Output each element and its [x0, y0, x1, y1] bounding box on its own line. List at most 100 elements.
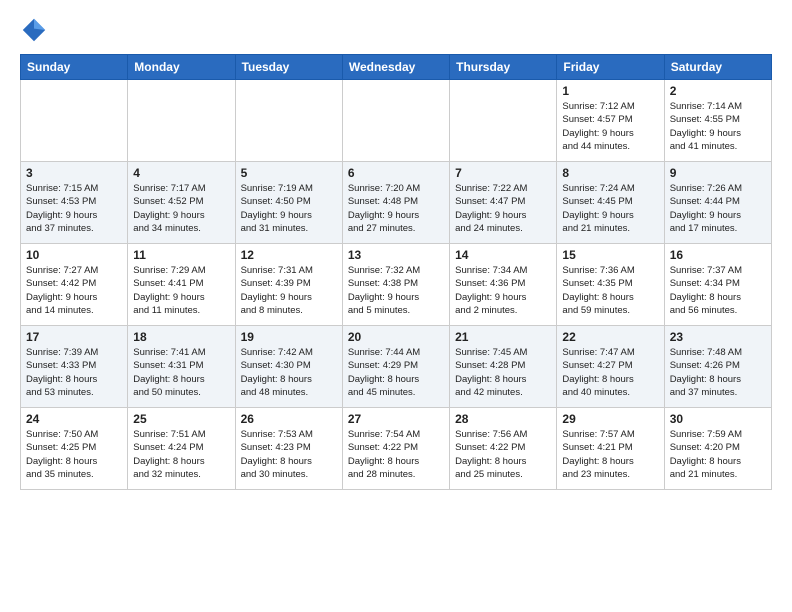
- calendar-week-3: 10Sunrise: 7:27 AM Sunset: 4:42 PM Dayli…: [21, 244, 772, 326]
- calendar-day-25: 25 Sunrise: 7:51 AM Sunset: 4:24 PM Dayli…: [128, 408, 235, 490]
- day-info: Sunrise: 7:15 AM Sunset: 4:53 PM Dayligh…: [26, 182, 122, 235]
- day-number: 22: [562, 330, 658, 344]
- day-info: Sunrise: 7:37 AM Sunset: 4:34 PM Dayligh…: [670, 264, 766, 317]
- day-number: 16: [670, 248, 766, 262]
- day-number: 4: [133, 166, 229, 180]
- calendar-day-12: 12Sunrise: 7:31 AM Sunset: 4:39 PM Dayli…: [235, 244, 342, 326]
- day-info: Sunrise: 7:36 AM Sunset: 4:35 PM Dayligh…: [562, 264, 658, 317]
- calendar-day-10: 10Sunrise: 7:27 AM Sunset: 4:42 PM Dayli…: [21, 244, 128, 326]
- logo: [20, 16, 52, 44]
- logo-icon: [20, 16, 48, 44]
- calendar-day-30: 30 Sunrise: 7:59 AM Sunset: 4:20 PM Dayli…: [664, 408, 771, 490]
- weekday-header-thursday: Thursday: [450, 55, 557, 80]
- day-info: Sunrise: 7:47 AM Sunset: 4:27 PM Dayligh…: [562, 346, 658, 399]
- day-number: 2: [670, 84, 766, 98]
- calendar-day-21: 21 Sunrise: 7:45 AM Sunset: 4:28 PM Dayli…: [450, 326, 557, 408]
- calendar-day-23: 23 Sunrise: 7:48 AM Sunset: 4:26 PM Dayli…: [664, 326, 771, 408]
- day-info: Sunrise: 7:51 AM Sunset: 4:24 PM Dayligh…: [133, 428, 229, 481]
- day-info: Sunrise: 7:48 AM Sunset: 4:26 PM Dayligh…: [670, 346, 766, 399]
- weekday-header-row: SundayMondayTuesdayWednesdayThursdayFrid…: [21, 55, 772, 80]
- day-number: 18: [133, 330, 229, 344]
- day-info: Sunrise: 7:17 AM Sunset: 4:52 PM Dayligh…: [133, 182, 229, 235]
- day-info: Sunrise: 7:26 AM Sunset: 4:44 PM Dayligh…: [670, 182, 766, 235]
- empty-cell: [21, 80, 128, 162]
- calendar-day-29: 29 Sunrise: 7:57 AM Sunset: 4:21 PM Dayli…: [557, 408, 664, 490]
- day-number: 7: [455, 166, 551, 180]
- weekday-header-wednesday: Wednesday: [342, 55, 449, 80]
- weekday-header-sunday: Sunday: [21, 55, 128, 80]
- day-number: 21: [455, 330, 551, 344]
- day-number: 11: [133, 248, 229, 262]
- day-number: 14: [455, 248, 551, 262]
- day-info: Sunrise: 7:29 AM Sunset: 4:41 PM Dayligh…: [133, 264, 229, 317]
- calendar-day-5: 5 Sunrise: 7:19 AM Sunset: 4:50 PM Daylig…: [235, 162, 342, 244]
- calendar-day-17: 17Sunrise: 7:39 AM Sunset: 4:33 PM Dayli…: [21, 326, 128, 408]
- calendar-day-19: 19 Sunrise: 7:42 AM Sunset: 4:30 PM Dayli…: [235, 326, 342, 408]
- day-info: Sunrise: 7:20 AM Sunset: 4:48 PM Dayligh…: [348, 182, 444, 235]
- weekday-header-monday: Monday: [128, 55, 235, 80]
- day-number: 20: [348, 330, 444, 344]
- empty-cell: [128, 80, 235, 162]
- calendar-day-6: 6 Sunrise: 7:20 AM Sunset: 4:48 PM Daylig…: [342, 162, 449, 244]
- calendar-day-7: 7Sunrise: 7:22 AM Sunset: 4:47 PM Daylig…: [450, 162, 557, 244]
- day-info: Sunrise: 7:12 AM Sunset: 4:57 PM Dayligh…: [562, 100, 658, 153]
- calendar-day-11: 11 Sunrise: 7:29 AM Sunset: 4:41 PM Dayli…: [128, 244, 235, 326]
- day-number: 13: [348, 248, 444, 262]
- day-number: 5: [241, 166, 337, 180]
- day-number: 6: [348, 166, 444, 180]
- day-info: Sunrise: 7:44 AM Sunset: 4:29 PM Dayligh…: [348, 346, 444, 399]
- calendar-day-27: 27 Sunrise: 7:54 AM Sunset: 4:22 PM Dayli…: [342, 408, 449, 490]
- calendar-day-8: 8 Sunrise: 7:24 AM Sunset: 4:45 PM Daylig…: [557, 162, 664, 244]
- day-info: Sunrise: 7:34 AM Sunset: 4:36 PM Dayligh…: [455, 264, 551, 317]
- day-info: Sunrise: 7:32 AM Sunset: 4:38 PM Dayligh…: [348, 264, 444, 317]
- calendar-day-9: 9 Sunrise: 7:26 AM Sunset: 4:44 PM Daylig…: [664, 162, 771, 244]
- day-info: Sunrise: 7:41 AM Sunset: 4:31 PM Dayligh…: [133, 346, 229, 399]
- day-number: 3: [26, 166, 122, 180]
- empty-cell: [342, 80, 449, 162]
- calendar-day-18: 18 Sunrise: 7:41 AM Sunset: 4:31 PM Dayli…: [128, 326, 235, 408]
- day-number: 28: [455, 412, 551, 426]
- day-number: 8: [562, 166, 658, 180]
- day-number: 1: [562, 84, 658, 98]
- empty-cell: [235, 80, 342, 162]
- page: SundayMondayTuesdayWednesdayThursdayFrid…: [0, 0, 792, 612]
- day-info: Sunrise: 7:27 AM Sunset: 4:42 PM Dayligh…: [26, 264, 122, 317]
- day-info: Sunrise: 7:14 AM Sunset: 4:55 PM Dayligh…: [670, 100, 766, 153]
- calendar-week-2: 3 Sunrise: 7:15 AM Sunset: 4:53 PM Daylig…: [21, 162, 772, 244]
- calendar-week-1: 1 Sunrise: 7:12 AM Sunset: 4:57 PM Daylig…: [21, 80, 772, 162]
- day-info: Sunrise: 7:45 AM Sunset: 4:28 PM Dayligh…: [455, 346, 551, 399]
- day-number: 30: [670, 412, 766, 426]
- day-info: Sunrise: 7:42 AM Sunset: 4:30 PM Dayligh…: [241, 346, 337, 399]
- calendar-day-1: 1 Sunrise: 7:12 AM Sunset: 4:57 PM Daylig…: [557, 80, 664, 162]
- day-info: Sunrise: 7:57 AM Sunset: 4:21 PM Dayligh…: [562, 428, 658, 481]
- day-info: Sunrise: 7:19 AM Sunset: 4:50 PM Dayligh…: [241, 182, 337, 235]
- day-info: Sunrise: 7:56 AM Sunset: 4:22 PM Dayligh…: [455, 428, 551, 481]
- calendar-day-2: 2 Sunrise: 7:14 AM Sunset: 4:55 PM Daylig…: [664, 80, 771, 162]
- day-info: Sunrise: 7:50 AM Sunset: 4:25 PM Dayligh…: [26, 428, 122, 481]
- day-number: 29: [562, 412, 658, 426]
- day-number: 19: [241, 330, 337, 344]
- calendar-day-4: 4 Sunrise: 7:17 AM Sunset: 4:52 PM Daylig…: [128, 162, 235, 244]
- day-number: 25: [133, 412, 229, 426]
- day-info: Sunrise: 7:59 AM Sunset: 4:20 PM Dayligh…: [670, 428, 766, 481]
- weekday-header-tuesday: Tuesday: [235, 55, 342, 80]
- day-info: Sunrise: 7:24 AM Sunset: 4:45 PM Dayligh…: [562, 182, 658, 235]
- header: [20, 16, 772, 44]
- day-number: 17: [26, 330, 122, 344]
- day-number: 9: [670, 166, 766, 180]
- calendar-day-22: 22 Sunrise: 7:47 AM Sunset: 4:27 PM Dayli…: [557, 326, 664, 408]
- calendar-day-20: 20 Sunrise: 7:44 AM Sunset: 4:29 PM Dayli…: [342, 326, 449, 408]
- empty-cell: [450, 80, 557, 162]
- calendar-table: SundayMondayTuesdayWednesdayThursdayFrid…: [20, 54, 772, 490]
- calendar-day-26: 26Sunrise: 7:53 AM Sunset: 4:23 PM Dayli…: [235, 408, 342, 490]
- calendar-day-24: 24 Sunrise: 7:50 AM Sunset: 4:25 PM Dayli…: [21, 408, 128, 490]
- day-number: 26: [241, 412, 337, 426]
- day-info: Sunrise: 7:54 AM Sunset: 4:22 PM Dayligh…: [348, 428, 444, 481]
- day-number: 27: [348, 412, 444, 426]
- day-number: 12: [241, 248, 337, 262]
- calendar-week-4: 17Sunrise: 7:39 AM Sunset: 4:33 PM Dayli…: [21, 326, 772, 408]
- weekday-header-saturday: Saturday: [664, 55, 771, 80]
- day-number: 23: [670, 330, 766, 344]
- calendar-day-28: 28 Sunrise: 7:56 AM Sunset: 4:22 PM Dayli…: [450, 408, 557, 490]
- day-number: 24: [26, 412, 122, 426]
